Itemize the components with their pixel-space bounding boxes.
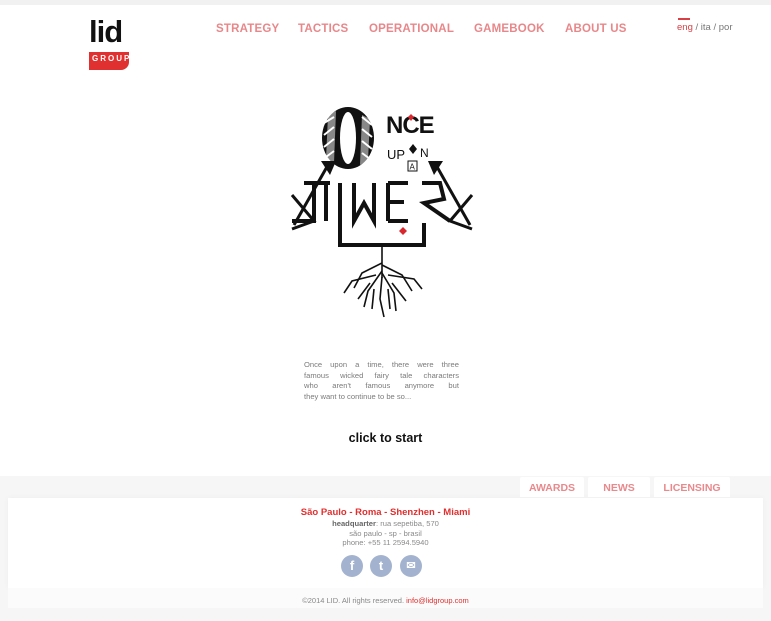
spade-mark (409, 144, 417, 154)
art-text-up: UP (387, 147, 405, 162)
lang-eng[interactable]: eng (677, 22, 693, 33)
facebook-icon[interactable]: f (341, 555, 363, 577)
lang-ita[interactable]: ita (701, 22, 711, 33)
language-switcher: eng / ita / por (677, 22, 732, 33)
tab-awards[interactable]: AWARDS (520, 477, 584, 497)
description-line: they want to continue to be so... (304, 391, 412, 401)
nav-gamebook[interactable]: GAMEBOOK (474, 23, 545, 35)
time-letters-graphic (292, 181, 452, 247)
nav-tactics[interactable]: TACTICS (298, 23, 348, 35)
city-line: são paulo - sp - brasil (349, 528, 422, 538)
email-icon[interactable]: ✉ (400, 555, 422, 577)
once-upon-a-time-artwork[interactable]: NCE UP N A (284, 103, 480, 323)
story-description: Once upon a time, there were three famou… (304, 360, 459, 402)
tab-licensing[interactable]: LICENSING (654, 477, 730, 497)
description-line: famous wicked fairy tale characters (304, 370, 459, 380)
description-line: who aren't famous anymore but (304, 381, 459, 390)
logo-wordmark: lid (89, 14, 123, 49)
lang-separator: / (710, 22, 719, 33)
logo-group-label: GROUP (92, 54, 132, 63)
top-border (0, 0, 771, 5)
lang-separator: / (692, 22, 701, 33)
copyright-text: ©2014 LID. All rights reserved. (302, 596, 407, 605)
nav-strategy[interactable]: STRATEGY (216, 23, 279, 35)
tab-news[interactable]: NEWS (588, 477, 650, 497)
nav-operational[interactable]: OPERATIONAL (369, 23, 454, 35)
art-text-a: A (410, 163, 416, 172)
address-block: headquarter: rua sepetiba, 570 são paulo… (0, 519, 771, 548)
copyright-line: ©2014 LID. All rights reserved. info@lid… (0, 596, 771, 605)
lang-por[interactable]: por (719, 22, 733, 33)
headquarter-line: headquarter: rua sepetiba, 570 (0, 519, 771, 529)
tree-roots-graphic (343, 245, 423, 318)
description-line: Once upon a time, there were three (304, 360, 459, 369)
headquarter-address: : rua sepetiba, 570 (375, 519, 439, 528)
letter-o-graphic (322, 107, 374, 169)
office-cities: São Paulo - Roma - Shenzhen - Miami (300, 507, 471, 518)
lid-group-logo[interactable]: lid GROUP (89, 15, 147, 71)
diamond-mark (399, 227, 407, 235)
logo-group-badge: GROUP (89, 52, 129, 70)
headquarter-label: headquarter (332, 519, 376, 528)
phone-line: phone: +55 11 2594.5940 (342, 538, 429, 547)
click-to-start-link[interactable]: click to start (0, 431, 771, 445)
contact-email-link[interactable]: info@lidgroup.com (406, 596, 469, 605)
nav-about-us[interactable]: ABOUT US (565, 23, 627, 35)
twitter-icon[interactable]: t (370, 555, 392, 577)
art-text-n: N (420, 146, 429, 160)
